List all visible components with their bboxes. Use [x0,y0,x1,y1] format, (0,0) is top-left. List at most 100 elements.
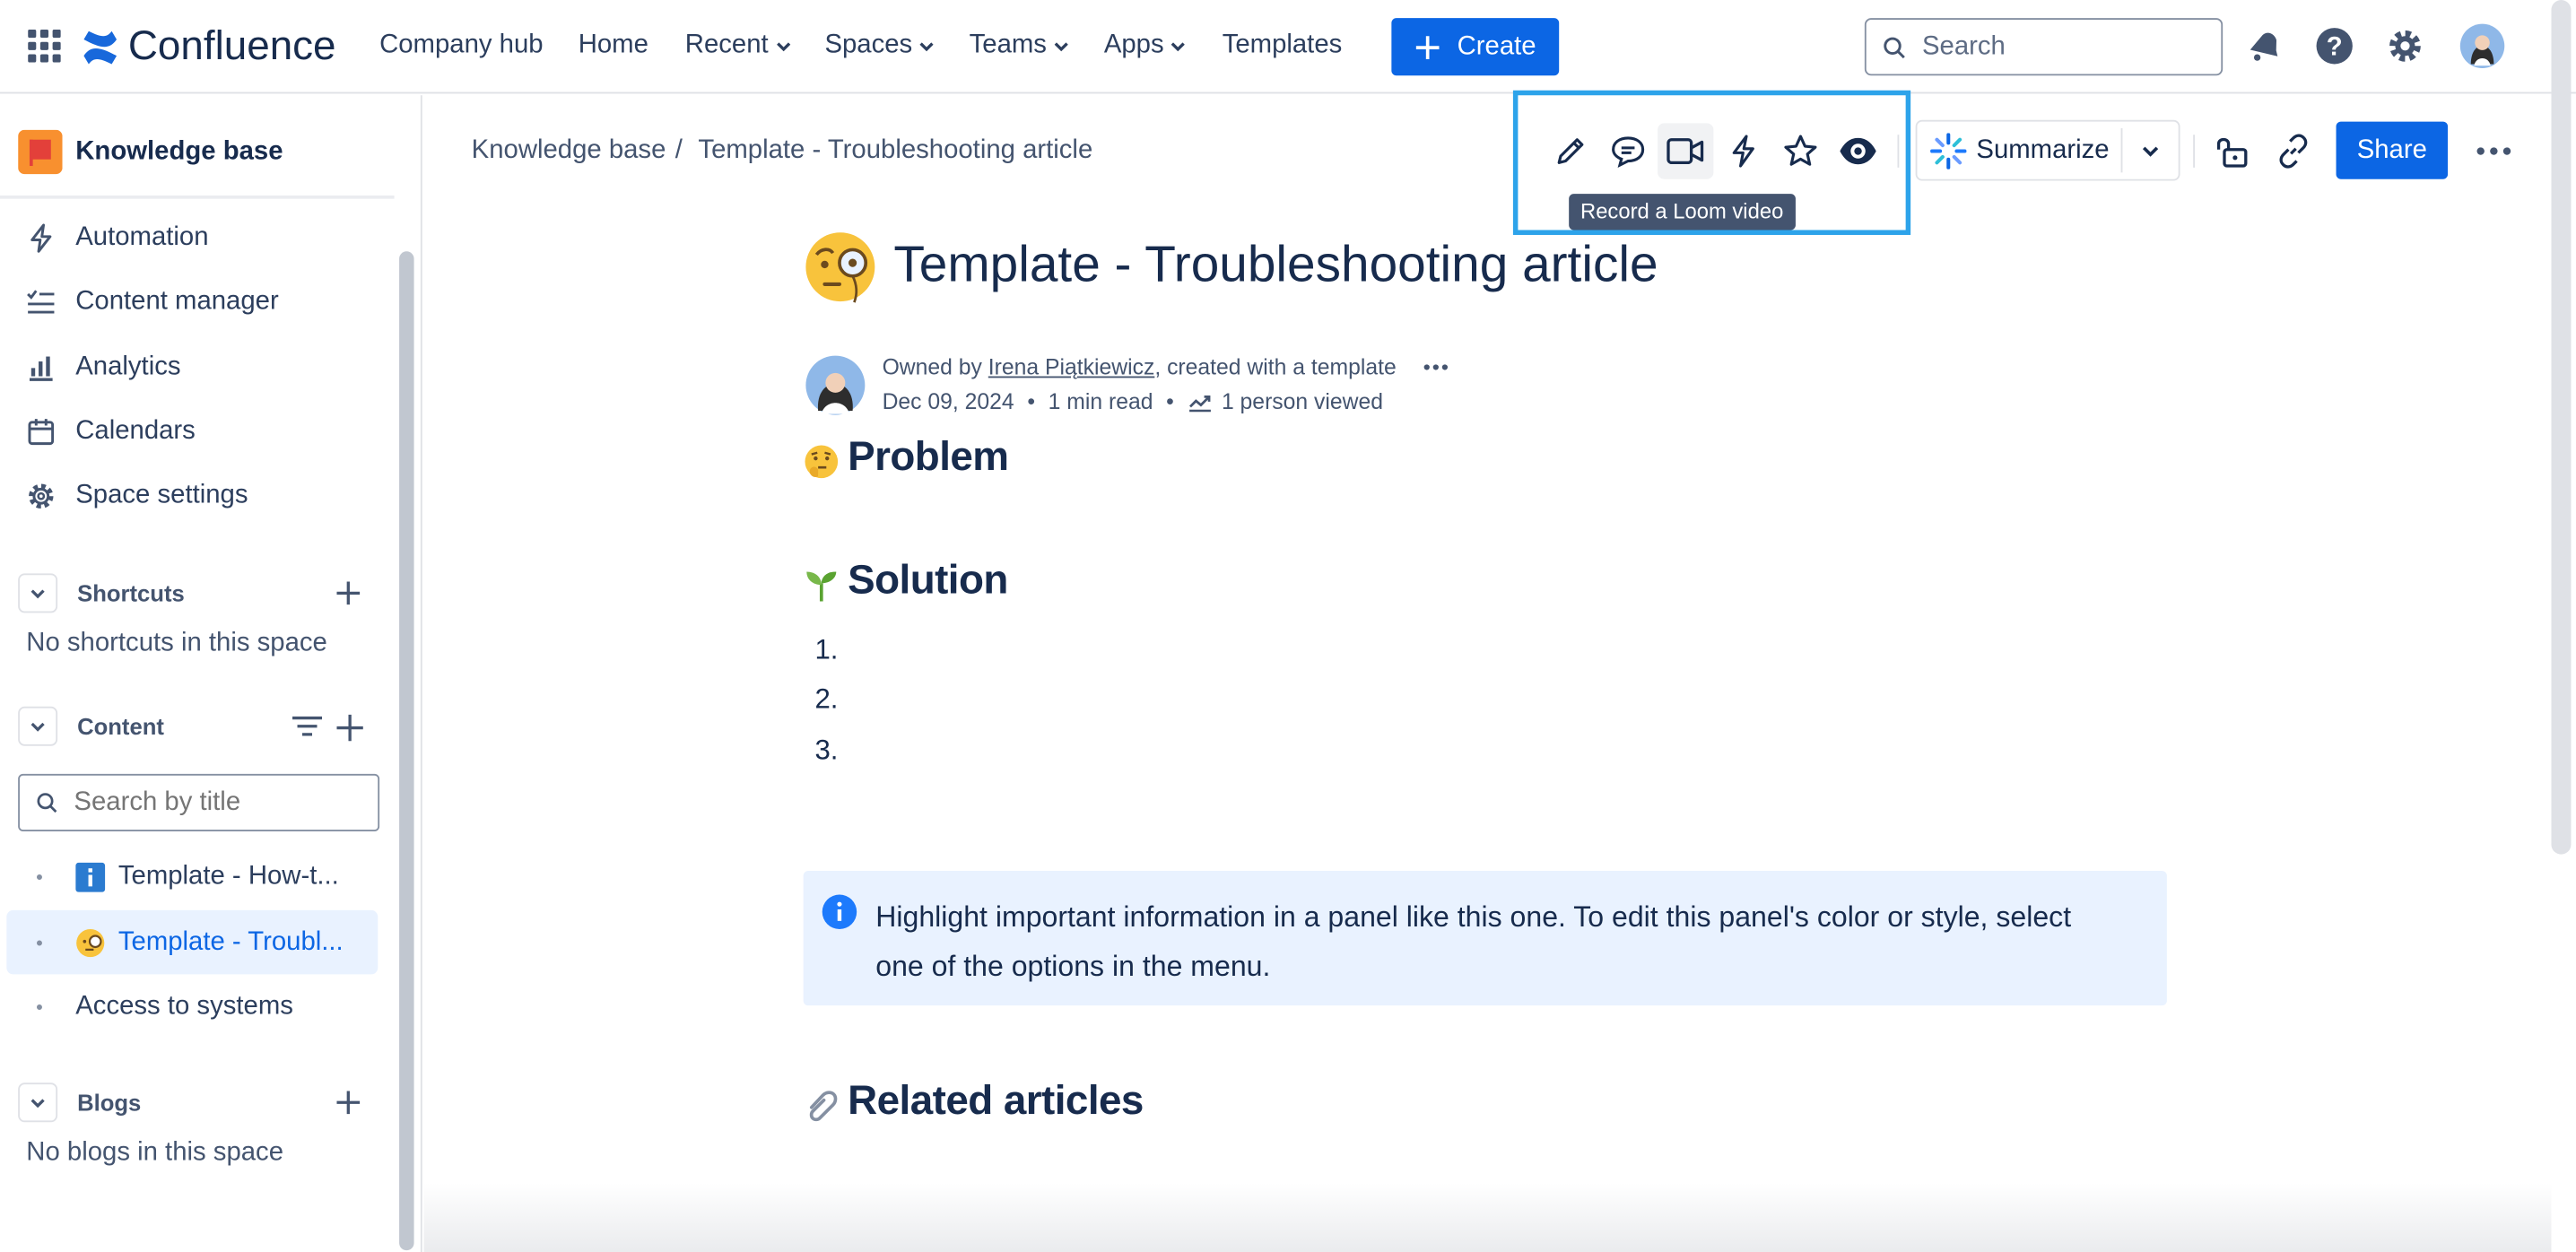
plus-icon [1415,35,1440,59]
record-loom-tooltip: Record a Loom video [1569,194,1796,230]
paperclip-emoji-icon [804,1088,840,1124]
lightning-icon [30,223,52,253]
app-name: Confluence [127,22,336,69]
sidebar-item-automation[interactable]: Automation [26,223,208,253]
breadcrumb-space[interactable]: Knowledge base [472,136,666,166]
tree-item-how-to[interactable]: • Template - How-t... [6,845,378,909]
create-button[interactable]: Create [1391,18,1560,76]
filter-icon[interactable] [291,713,324,739]
monocle-face-emoji-icon [804,230,877,303]
chevron-down-icon [920,42,935,52]
create-label: Create [1457,31,1536,60]
svg-text:?: ? [2327,31,2343,61]
heading-problem: Problem [848,433,1009,480]
summarize-button-group: Summarize [1915,119,2180,181]
section-title: Content [77,713,164,740]
info-panel[interactable]: Highlight important information in a pan… [803,870,2167,1006]
toolbar-divider [2193,135,2196,168]
byline-more-icon[interactable] [1423,363,1449,371]
confluence-logo[interactable]: Confluence [83,23,336,71]
shortcuts-section-header[interactable]: Shortcuts [18,573,185,613]
nav-label: Company hub [379,30,544,59]
nav-templates[interactable]: Templates [1223,31,1343,61]
chevron-down-icon[interactable] [18,706,58,746]
viewed-count: 1 person viewed [1221,389,1384,414]
sidebar-item-space-settings[interactable]: Space settings [26,482,248,511]
space-flag-icon [18,129,63,175]
content-search-box[interactable] [18,773,380,831]
add-content-plus-icon[interactable] [335,713,365,743]
nav-apps[interactable]: Apps [1104,31,1187,61]
calendar-icon [28,419,55,446]
sidebar-item-label: Automation [75,223,209,252]
shortcuts-empty-text: No shortcuts in this space [26,629,327,657]
restrictions-unlock-icon[interactable] [2208,126,2258,176]
sidebar: Knowledge base Automation Content manage… [0,95,422,1252]
notifications-icon[interactable] [2244,26,2284,65]
copy-link-icon[interactable] [2268,126,2318,176]
monocle-face-emoji-icon [75,927,105,957]
sidebar-item-calendars[interactable]: Calendars [26,417,196,447]
content-section-header[interactable]: Content [18,706,164,746]
nav-company-hub[interactable]: Company hub [379,31,543,61]
sidebar-scrollbar[interactable] [399,251,414,1251]
add-shortcut-plus-icon[interactable] [335,580,361,606]
list-item-2[interactable]: 2. [814,683,838,717]
tree-item-access-to-systems[interactable]: • Access to systems [6,974,378,1038]
search-by-title-input[interactable] [74,787,353,818]
nav-recent[interactable]: Recent [685,31,792,61]
nav-spaces[interactable]: Spaces [824,31,935,61]
chevron-down-icon [1054,42,1069,52]
space-name: Knowledge base [75,136,283,166]
chevron-down-icon[interactable] [18,573,58,613]
author-avatar[interactable] [805,355,866,416]
page-views[interactable]: 1 person viewed [1187,389,1384,414]
page-title[interactable]: Template - Troubleshooting article [893,235,1658,294]
thinking-face-emoji-icon [804,444,840,480]
divider [0,196,395,199]
sidebar-item-content-manager[interactable]: Content manager [26,288,279,317]
sidebar-item-analytics[interactable]: Analytics [26,353,181,383]
space-header[interactable]: Knowledge base [18,129,283,175]
summarize-dropdown-button[interactable] [2122,122,2178,179]
nav-home[interactable]: Home [579,31,648,61]
settings-gear-icon[interactable] [2385,26,2424,65]
analytics-trend-icon [1188,395,1211,412]
nav-label: Spaces [824,30,913,59]
list-item-3[interactable]: 3. [814,735,838,768]
breadcrumb-separator: / [674,136,683,165]
search-icon [1884,36,1905,58]
nav-teams[interactable]: Teams [970,31,1070,61]
bullet: • [36,930,43,954]
separator-dot: • [1166,389,1174,414]
search-icon [37,793,57,813]
owner-link[interactable]: Irena Piątkiewicz [988,355,1155,379]
help-icon[interactable]: ? [2315,26,2354,65]
global-search[interactable] [1864,18,2224,76]
checklist-icon [27,290,55,314]
summarize-button[interactable]: Summarize [1917,122,2120,179]
page-scrollbar[interactable] [2551,0,2572,855]
info-panel-text: Highlight important information in a pan… [875,900,2072,983]
blogs-section-header[interactable]: Blogs [18,1082,141,1123]
chevron-down-icon [2142,145,2159,156]
breadcrumb-page[interactable]: Template - Troubleshooting article [698,136,1092,166]
tree-item-troubleshooting[interactable]: • Template - Troubl... [6,909,379,975]
tree-item-label: Template - How-t... [117,861,339,891]
add-blog-plus-icon[interactable] [335,1090,361,1116]
nav-label: Teams [969,30,1047,59]
user-avatar[interactable] [2459,23,2505,69]
sidebar-item-label: Calendars [75,417,196,446]
list-item-1[interactable]: 1. [814,634,838,667]
nav-label: Apps [1103,30,1164,59]
byline-meta: Dec 09, 2024 • 1 min read • 1 person vie… [883,389,1383,413]
tree-item-label: Template - Troubl... [117,927,344,956]
app-switcher-icon[interactable] [28,29,61,63]
nav-label: Templates [1222,30,1343,59]
more-actions-icon[interactable] [2469,126,2519,176]
search-input[interactable] [1921,31,2202,62]
share-button[interactable]: Share [2336,121,2449,179]
separator-dot: • [1027,389,1035,414]
chevron-down-icon[interactable] [18,1082,58,1123]
ai-sparkle-icon [1930,132,1967,169]
